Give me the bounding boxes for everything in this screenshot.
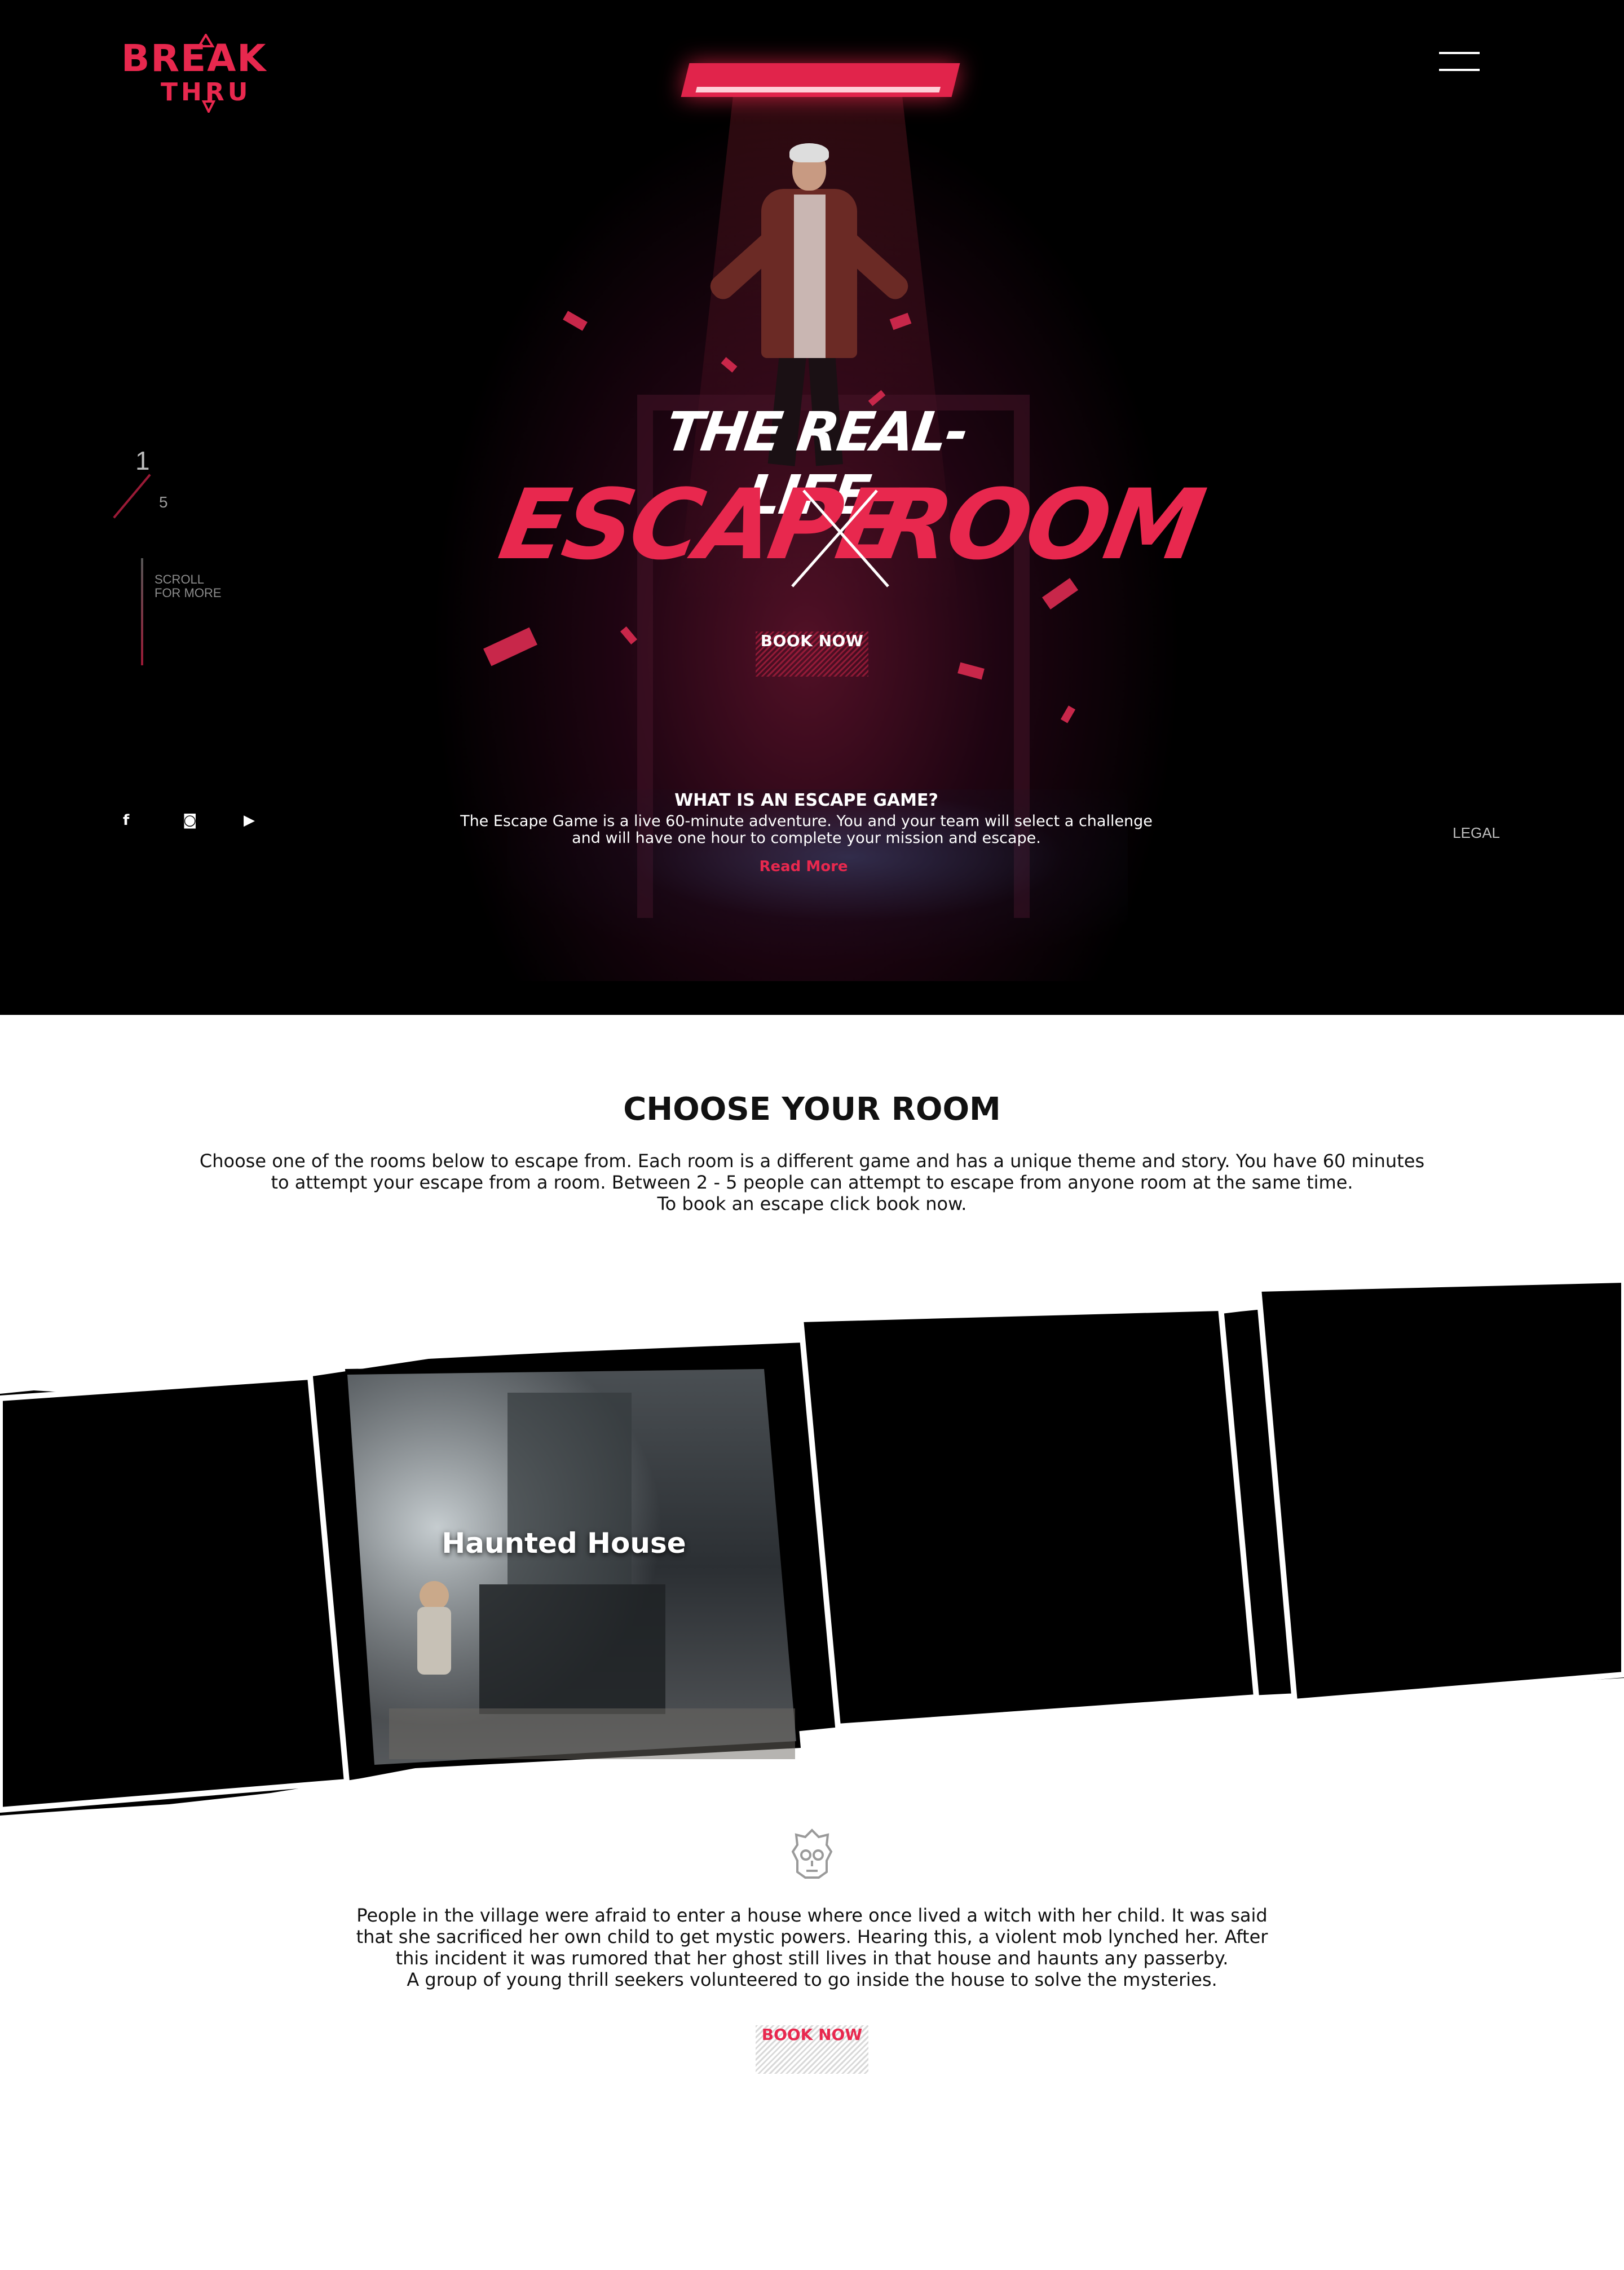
room-card-4[interactable] [1255,1277,1624,1705]
room-title-haunted-house[interactable]: Haunted House [395,1527,733,1560]
room-book-now-button[interactable]: BOOK NOW [756,2025,868,2074]
hero-section: BREAK THRU 1 5 SCROLL FOR MORE THE REAL-… [0,0,1624,1015]
hamburger-menu-icon[interactable] [1439,52,1480,72]
read-more-link[interactable]: Read More [733,858,874,875]
youtube-icon[interactable]: ▶ [244,812,255,829]
room-card-1[interactable] [0,1374,350,1813]
hero-title-room: ROOM [867,468,1210,581]
skull-icon [791,1829,833,1879]
what-is-escape-game-text: The Escape Game is a live 60-minute adve… [460,812,1153,847]
torn-paper-edge [0,981,1624,1005]
room-card-3[interactable] [797,1305,1260,1730]
breakthru-logo[interactable]: BREAK THRU [121,34,285,113]
room-card-haunted-house[interactable] [345,1363,801,1770]
rooms-carousel [0,1277,1624,1816]
hero-book-now-button[interactable]: BOOK NOW [756,631,868,677]
room-story-text: People in the village were afraid to ent… [356,1905,1268,1990]
instagram-icon[interactable]: ◙ [183,812,197,829]
scroll-hint: SCROLL FOR MORE [155,572,222,600]
choose-room-description: Choose one of the rooms below to escape … [199,1150,1425,1215]
slide-total: 5 [159,493,168,511]
slide-divider [113,474,151,519]
facebook-icon[interactable]: f [123,812,129,829]
legal-link[interactable]: LEGAL [1421,824,1500,842]
what-is-escape-game-heading: WHAT IS AN ESCAPE GAME? [674,790,938,810]
ceiling-lamp [681,63,960,97]
slide-current: 1 [135,446,150,475]
choose-room-heading: CHOOSE YOUR ROOM [623,1091,1001,1128]
svg-text:BREAK: BREAK [121,37,267,80]
scroll-indicator-line [141,558,143,665]
